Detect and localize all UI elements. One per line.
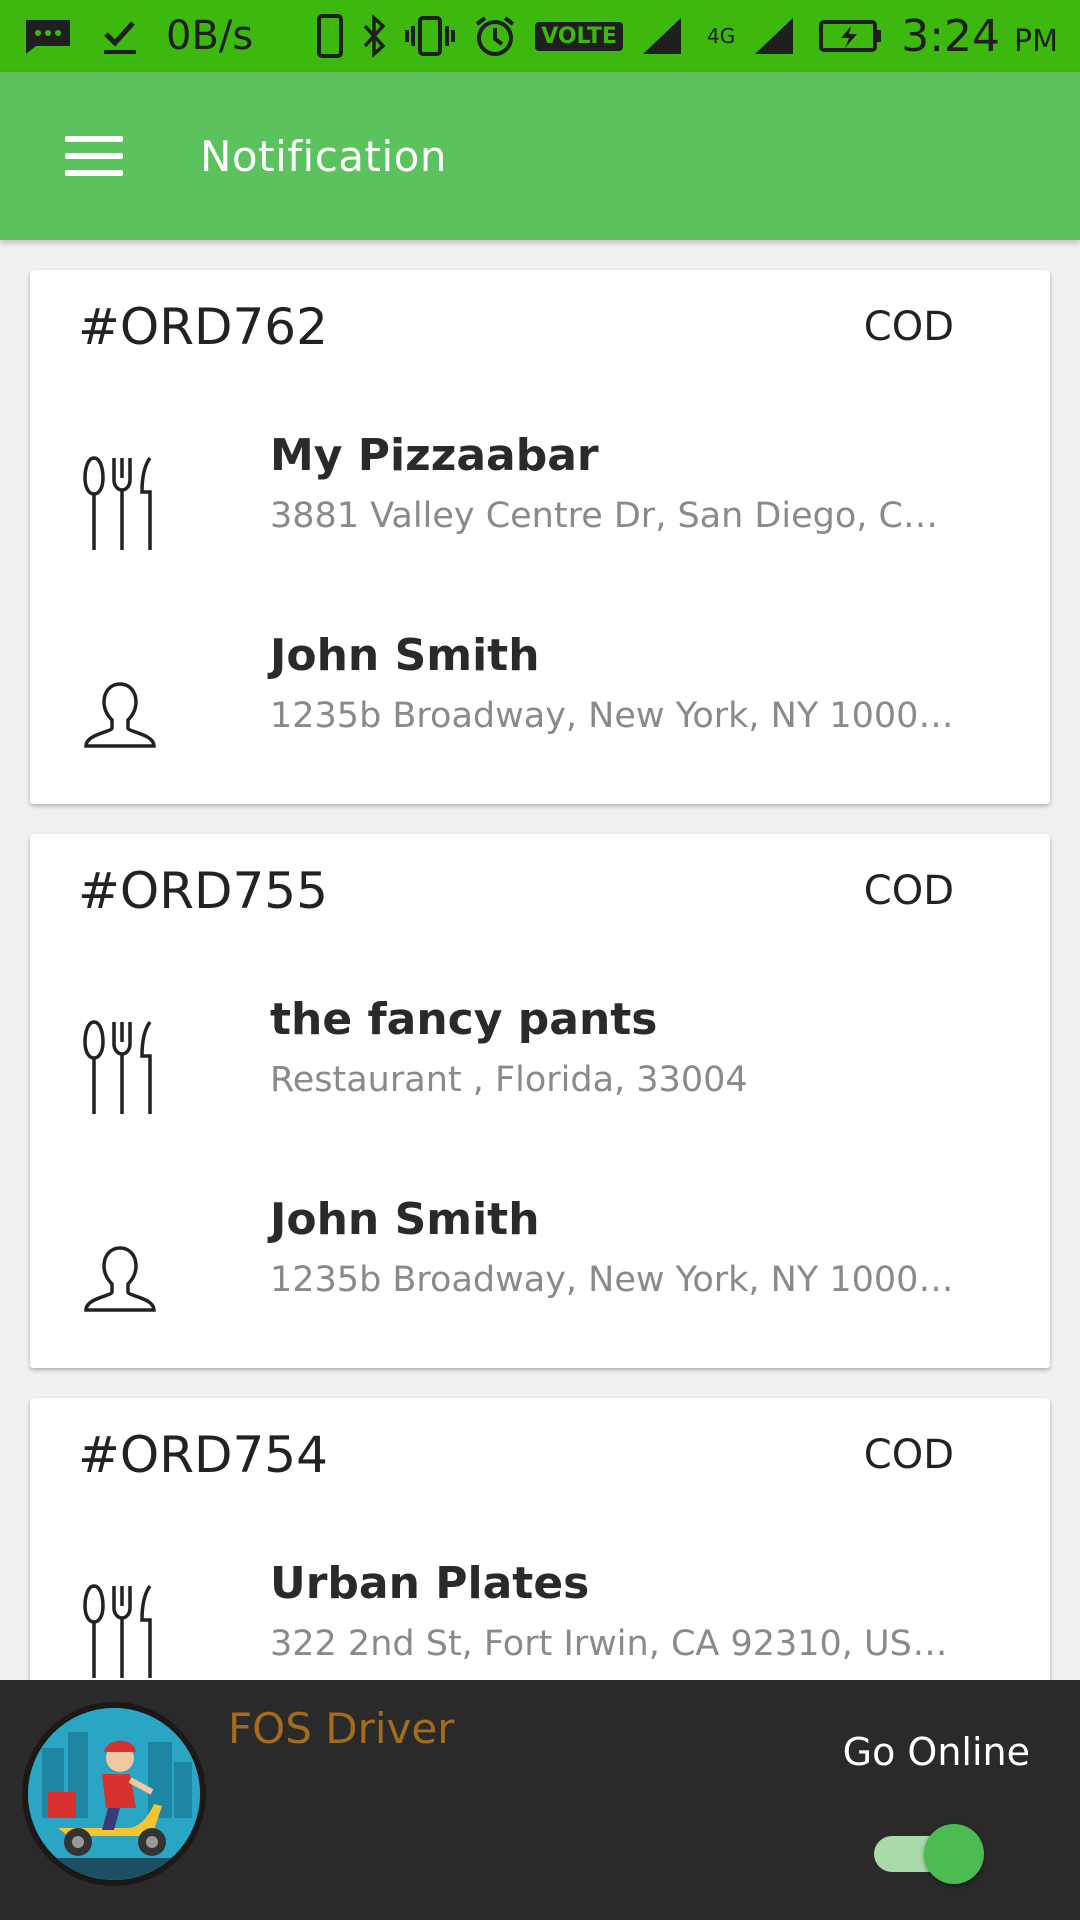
bluetooth-icon — [361, 14, 387, 58]
go-online-label: Go Online — [842, 1730, 1030, 1774]
order-id: #ORD754 — [78, 1426, 328, 1484]
phone-icon — [317, 14, 344, 58]
restaurant-address: Restaurant , Florida, 33004 — [270, 1060, 748, 1100]
order-id: #ORD762 — [78, 298, 328, 356]
user-icon — [84, 682, 156, 748]
restaurant-row: the fancy pants Restaurant , Florida, 33… — [30, 994, 1050, 1164]
customer-row: John Smith 1235b Broadway, New York, NY … — [30, 1194, 1050, 1364]
net-type: 4G — [706, 24, 736, 48]
restaurant-name: the fancy pants — [270, 994, 658, 1045]
restaurant-address: 322 2nd St, Fort Irwin, CA 92310, USA, U… — [270, 1624, 956, 1664]
driver-avatar[interactable] — [22, 1702, 206, 1886]
driver-label: FOS Driver — [228, 1704, 455, 1753]
app-bar: Notification — [0, 72, 1080, 240]
cutlery-icon — [83, 456, 152, 550]
payment-type: COD — [863, 1432, 954, 1478]
restaurant-name: Urban Plates — [270, 1558, 590, 1609]
net-speed: 0B/s — [166, 13, 254, 59]
payment-type: COD — [863, 868, 954, 914]
vibrate-icon — [405, 14, 456, 58]
message-icon — [22, 16, 74, 56]
online-toggle[interactable] — [874, 1820, 984, 1884]
user-icon — [84, 1246, 156, 1312]
order-card[interactable]: #ORD762 COD My Pizzaabar 3881 Valley Cen… — [30, 270, 1050, 804]
customer-name: John Smith — [270, 630, 540, 681]
restaurant-row: Urban Plates 322 2nd St, Fort Irwin, CA … — [30, 1558, 1050, 1680]
signal-icon — [641, 14, 689, 58]
restaurant-row: My Pizzaabar 3881 Valley Centre Dr, San … — [30, 430, 1050, 600]
driver-status-bar: FOS Driver Go Online — [0, 1680, 1080, 1920]
customer-address: 1235b Broadway, New York, NY 10001, USA — [270, 1260, 956, 1300]
order-card[interactable]: #ORD754 COD Urban Plates 322 2nd St, For… — [30, 1398, 1050, 1680]
signal-icon-2 — [753, 14, 801, 58]
hamburger-menu-icon[interactable] — [46, 108, 142, 204]
battery-charging-icon — [819, 18, 883, 54]
clock: 3:24 PM — [901, 10, 1058, 62]
order-card[interactable]: #ORD755 COD the fancy pants Restaurant ,… — [30, 834, 1050, 1368]
customer-row: John Smith 1235b Broadway, New York, NY … — [30, 630, 1050, 800]
alarm-icon — [473, 14, 517, 58]
delivery-scooter-icon — [28, 1708, 200, 1880]
notification-list[interactable]: #ORD762 COD My Pizzaabar 3881 Valley Cen… — [0, 240, 1080, 1680]
payment-type: COD — [863, 304, 954, 350]
restaurant-address: 3881 Valley Centre Dr, San Diego, CA 921… — [270, 496, 956, 536]
page-title: Notification — [200, 131, 447, 181]
status-bar: 0B/s VOLTE 4G 3:24 PM — [0, 0, 1080, 72]
restaurant-name: My Pizzaabar — [270, 430, 599, 481]
customer-address: 1235b Broadway, New York, NY 10001, USA — [270, 696, 956, 736]
order-id: #ORD755 — [78, 862, 328, 920]
download-complete-icon — [100, 16, 140, 56]
customer-name: John Smith — [270, 1194, 540, 1245]
cutlery-icon — [83, 1584, 152, 1678]
cutlery-icon — [83, 1020, 152, 1114]
volte-badge: VOLTE — [535, 21, 623, 51]
